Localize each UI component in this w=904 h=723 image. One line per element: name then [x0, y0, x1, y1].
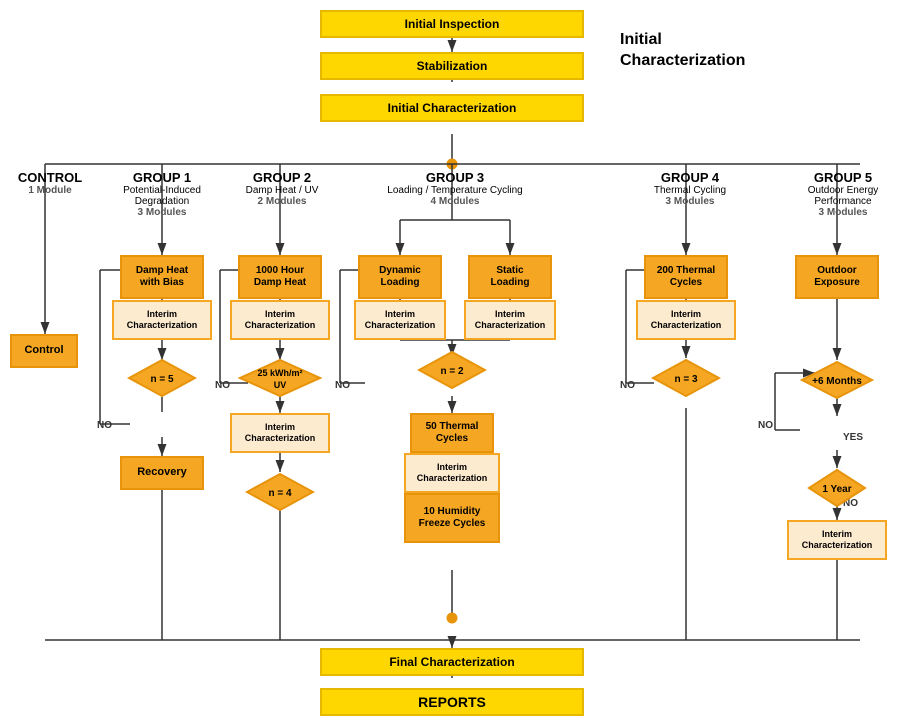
group3-dynamic-loading-box: Dynamic Loading	[358, 255, 442, 299]
svg-text:n = 4: n = 4	[268, 488, 292, 499]
final-characterization-box: Final Characterization	[320, 648, 584, 676]
group2-damp-heat-box: 1000 Hour Damp Heat	[238, 255, 322, 299]
group3-thermal-cycles-box: 50 Thermal Cycles	[410, 413, 494, 453]
control-header: CONTROL 1 Module	[10, 170, 90, 196]
svg-text:NO: NO	[97, 420, 112, 431]
group4-interim1-box: Interim Characterization	[636, 300, 736, 340]
group4-header: GROUP 4 Thermal Cycling 3 Modules	[640, 170, 740, 207]
svg-text:n = 5: n = 5	[150, 374, 174, 385]
group1-header: GROUP 1 Potential-Induced Degradation 3 …	[112, 170, 212, 218]
group4-thermal-cycles-box: 200 Thermal Cycles	[644, 255, 728, 299]
group3-interim2-box: Interim Characterization	[464, 300, 556, 340]
group2-diamond2: n = 4	[245, 472, 315, 512]
group3-humidity-freeze-box: 10 Humidity Freeze Cycles	[404, 493, 500, 543]
group2-interim1-box: Interim Characterization	[230, 300, 330, 340]
initial-characterization-box: Initial Characterization	[320, 94, 584, 122]
group3-static-loading-box: Static Loading	[468, 255, 552, 299]
svg-text:+6 Months: +6 Months	[812, 376, 862, 387]
svg-text:UV: UV	[274, 380, 287, 390]
group4-diamond: n = 3	[651, 358, 721, 398]
svg-text:YES: YES	[843, 432, 863, 443]
group3-interim3-box: Interim Characterization	[404, 453, 500, 493]
svg-text:n = 3: n = 3	[674, 374, 698, 385]
group2-header: GROUP 2 Damp Heat / UV 2 Modules	[232, 170, 332, 207]
svg-text:n = 2: n = 2	[440, 366, 464, 377]
group1-damp-heat-box: Damp Heat with Bias	[120, 255, 204, 299]
svg-text:NO: NO	[758, 420, 773, 431]
group3-header: GROUP 3 Loading / Temperature Cycling 4 …	[370, 170, 540, 207]
diagram-container: NO NO NO	[0, 0, 904, 723]
svg-text:1 Year: 1 Year	[822, 484, 851, 495]
group1-recovery-box: Recovery	[120, 456, 204, 490]
svg-text:NO: NO	[335, 380, 350, 391]
group2-diamond1: 25 kWh/m² UV	[238, 358, 322, 398]
initial-inspection-box: Initial Inspection	[320, 10, 584, 38]
svg-text:NO: NO	[215, 380, 230, 391]
group5-header: GROUP 5 Outdoor Energy Performance 3 Mod…	[793, 170, 893, 218]
group5-interim1-box: Interim Characterization	[787, 520, 887, 560]
group5-diamond1: +6 Months	[800, 360, 874, 400]
group1-diamond: n = 5	[127, 358, 197, 398]
svg-text:25 kWh/m²: 25 kWh/m²	[257, 368, 302, 378]
reports-box: REPORTS	[320, 688, 584, 716]
group5-outdoor-exposure-box: Outdoor Exposure	[795, 255, 879, 299]
group2-interim2-box: Interim Characterization	[230, 413, 330, 453]
group1-interim1-box: Interim Characterization	[112, 300, 212, 340]
group5-diamond2: 1 Year	[807, 468, 867, 508]
stabilization-box: Stabilization	[320, 52, 584, 80]
group3-diamond: n = 2	[417, 350, 487, 390]
svg-text:NO: NO	[620, 380, 635, 391]
initial-characterization-label: Initial Characterization	[620, 30, 745, 72]
control-box: Control	[10, 334, 78, 368]
group3-interim1-box: Interim Characterization	[354, 300, 446, 340]
